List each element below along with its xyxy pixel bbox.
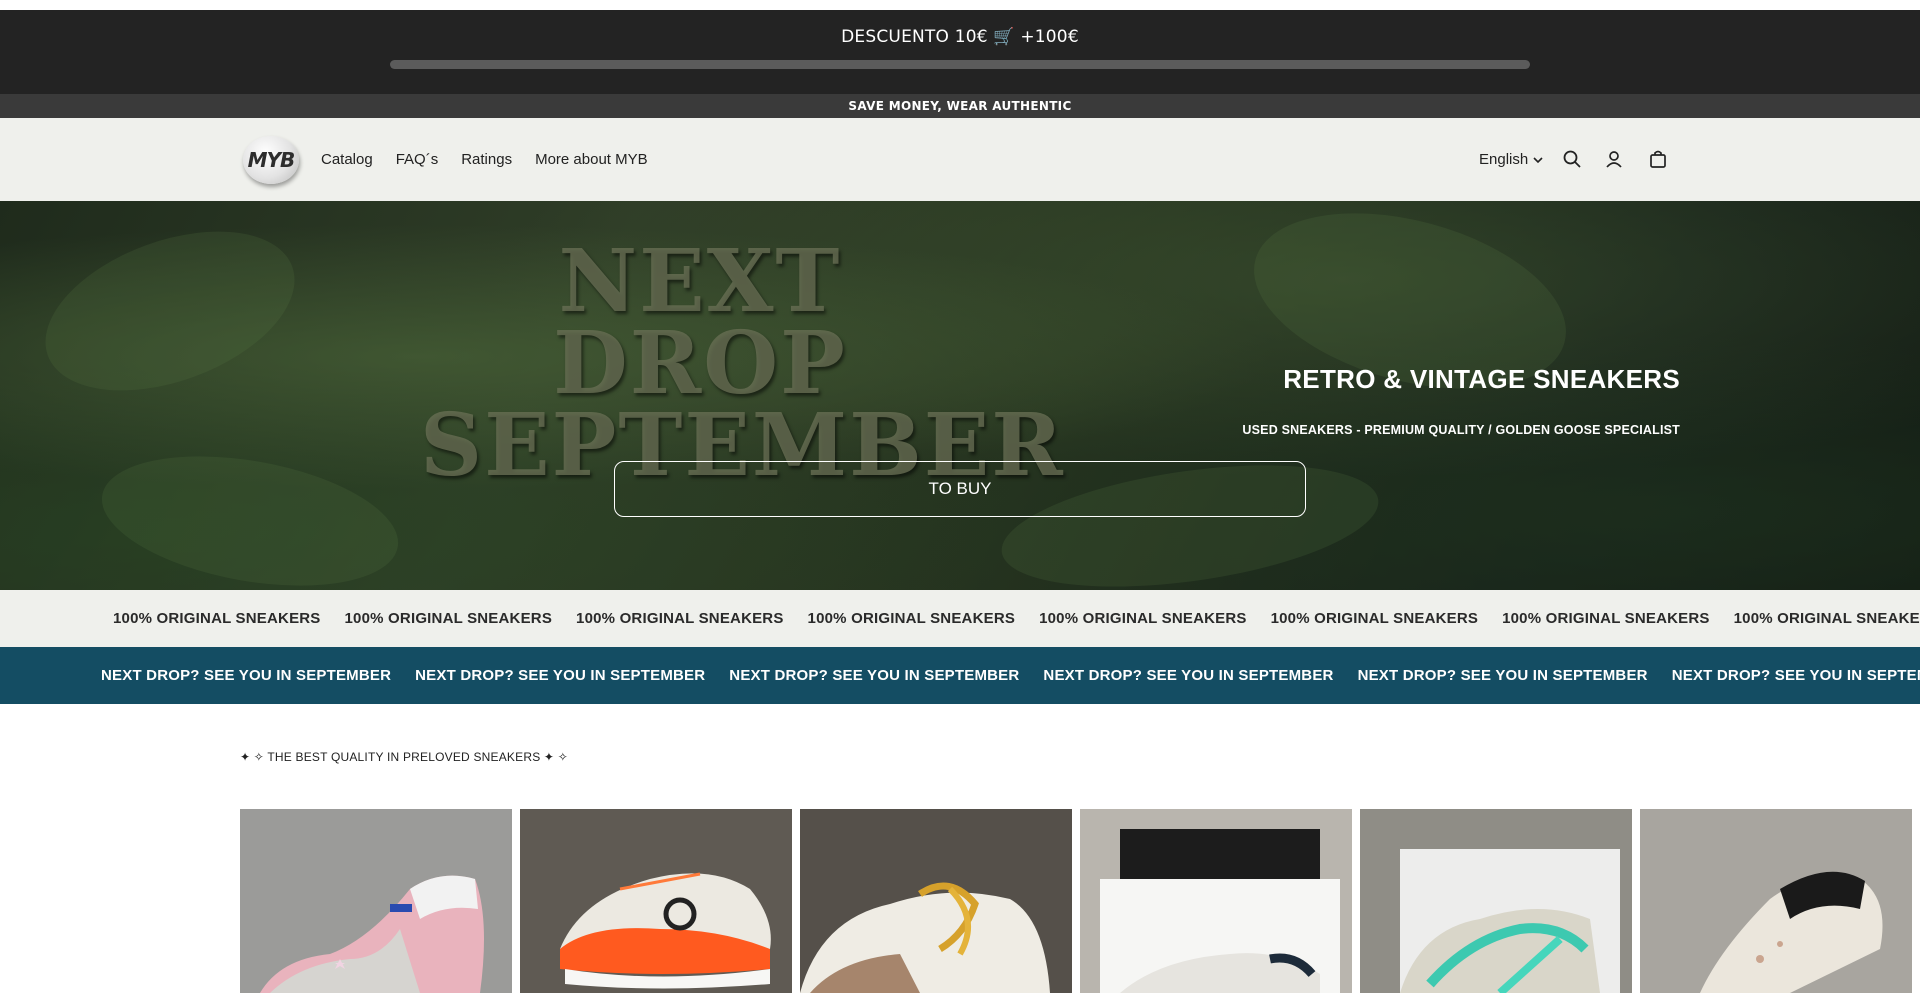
announcement-bar: SAVE MONEY, WEAR AUTHENTIC [0,94,1920,118]
hero-banner: NEXT DROP SEPTEMBER RETRO & VINTAGE SNEA… [0,201,1920,590]
marquee-item: NEXT DROP? SEE YOU IN SEPTEMBER [1357,667,1648,684]
to-buy-button[interactable]: TO BUY [614,461,1306,517]
marquee-item: NEXT DROP? SEE YOU IN SEPTEMBER [101,667,392,684]
logo[interactable]: MYB [243,136,299,184]
promo-banner: DESCUENTO 10€ 🛒 +100€ [0,10,1920,94]
marquee-item: 100% ORIGINAL SNEAKERS [807,610,1016,627]
account-icon[interactable] [1603,148,1625,170]
marquee-item: 100% ORIGINAL SNEAKERS [1039,610,1247,627]
language-label: English [1479,151,1529,168]
promo-text: DESCUENTO 10€ 🛒 +100€ [841,27,1079,47]
site-header: MYB Catalog FAQ´s Ratings More about MYB… [0,118,1920,201]
product-image [240,809,512,993]
marquee-item: NEXT DROP? SEE YOU IN SEPTEMBER [1671,667,1920,684]
marquee-item: NEXT DROP? SEE YOU IN SEPTEMBER [729,667,1020,684]
product-image [800,809,1072,993]
cart-icon[interactable] [1647,148,1669,170]
marquee-item: 100% ORIGINAL SNEAKERS [1270,610,1479,627]
product-image [520,809,792,993]
chevron-down-icon [1533,156,1543,163]
hero-subtitle: USED SNEAKERS - PREMIUM QUALITY / GOLDEN… [1242,423,1680,437]
search-icon[interactable] [1561,148,1583,170]
promo-progress-bar [390,60,1530,69]
marquee-track: 100% ORIGINAL SNEAKERS 100% ORIGINAL SNEA… [113,590,1920,647]
nav-more-about[interactable]: More about MYB [535,151,648,168]
product-card[interactable] [520,809,792,993]
nav-catalog[interactable]: Catalog [321,151,373,168]
product-image [1640,809,1912,993]
nav-ratings[interactable]: Ratings [461,151,512,168]
main-nav: Catalog FAQ´s Ratings More about MYB [321,118,671,201]
nav-faqs[interactable]: FAQ´s [396,151,439,168]
product-card[interactable] [800,809,1072,993]
hero-drop-text: NEXT DROP SEPTEMBER [420,231,1063,489]
marquee-item: 100% ORIGINAL SNEAKERS [1502,610,1710,627]
hero-line: DROP [553,313,847,414]
top-strip [0,0,1920,10]
product-card[interactable] [1360,809,1632,993]
section-tagline: ✦ ✧ THE BEST QUALITY IN PRELOVED SNEAKER… [240,750,568,764]
marquee-item: NEXT DROP? SEE YOU IN SEPTEMBER [1043,667,1334,684]
product-card[interactable] [1640,809,1912,993]
language-selector[interactable]: English [1479,118,1544,201]
marquee-item: 100% ORIGINAL SNEAKERS [1733,610,1920,627]
marquee-item: 100% ORIGINAL SNEAKERS [344,610,553,627]
hero-line: NEXT [558,231,842,332]
product-card[interactable] [240,809,512,993]
hero-title: RETRO & VINTAGE SNEAKERS [1283,364,1680,394]
hero-foliage [23,201,317,422]
product-image [1080,809,1352,993]
marquee-item: 100% ORIGINAL SNEAKERS [576,610,784,627]
marquee-item: 100% ORIGINAL SNEAKERS [113,610,321,627]
product-image [1360,809,1632,993]
hero-foliage [91,435,409,590]
marquee-track: NEXT DROP? SEE YOU IN SEPTEMBER NEXT DROP… [101,647,1920,704]
marquee-next-drop: NEXT DROP? SEE YOU IN SEPTEMBER NEXT DROP… [0,647,1920,704]
marquee-original: 100% ORIGINAL SNEAKERS 100% ORIGINAL SNEA… [0,590,1920,647]
product-card[interactable] [1080,809,1352,993]
marquee-item: NEXT DROP? SEE YOU IN SEPTEMBER [415,667,706,684]
